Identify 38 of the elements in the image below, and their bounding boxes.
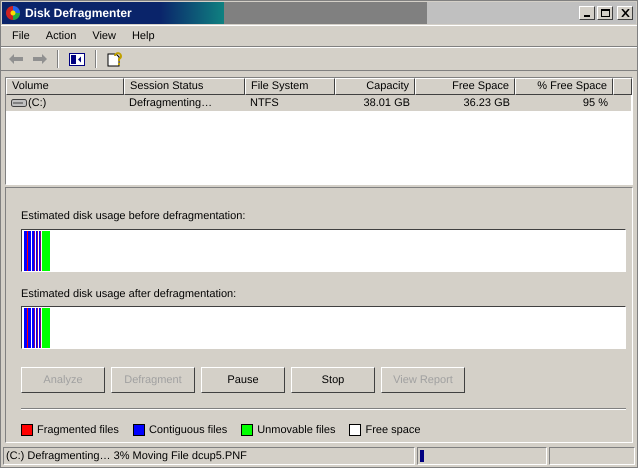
minimize-button[interactable] [579, 6, 595, 20]
panel-icon[interactable] [69, 52, 85, 66]
disk-map-drawing [24, 230, 50, 270]
menu-item[interactable]: File [9, 28, 33, 44]
close-icon [620, 9, 630, 17]
disk-map-drawing [24, 308, 50, 348]
table-row[interactable]: (C:) Defragmenting… NTFS 38.01 GB 36.23 GB 95 % [6, 95, 631, 111]
column-header[interactable]: Volume [6, 78, 124, 95]
table-cell-text: Defragmenting… [129, 96, 212, 111]
legend-label: Fragmented files [37, 423, 119, 438]
legend-label: Unmovable files [257, 423, 336, 438]
column-header[interactable]: Capacity [335, 78, 415, 95]
help-icon[interactable] [107, 51, 123, 67]
table-cell-text: 36.23 GB [464, 96, 510, 111]
table-cell-text: (C:) [28, 96, 46, 111]
status-text: (C:) Defragmenting… 3% Moving File dcup5.PNF [3, 447, 415, 465]
action-button[interactable]: Pause [201, 367, 285, 393]
legend-label: Contiguous files [148, 423, 228, 438]
column-header[interactable]: Free Space [415, 78, 515, 95]
table-cell-text: 38.01 GB [364, 96, 410, 111]
drive-icon [11, 99, 27, 107]
maximize-button[interactable] [597, 6, 613, 20]
legend-label: Free space [365, 423, 421, 438]
disk-map-label: Estimated disk usage after defragmentation: [21, 286, 238, 302]
action-button[interactable]: Stop [291, 367, 375, 393]
close-button[interactable] [617, 6, 633, 20]
table-cell-text: 95 % [582, 96, 608, 111]
disk-map-label: Estimated disk usage before defragmentation: [21, 209, 246, 224]
menu-item[interactable]: Help [128, 28, 158, 44]
window-title: Disk Defragmenter [25, 5, 132, 22]
column-header[interactable]: File System [245, 78, 335, 95]
menu-item[interactable]: View [89, 28, 119, 44]
table-cell-text: NTFS [250, 96, 279, 111]
column-header[interactable]: % Free Space [515, 78, 613, 95]
maximize-icon [600, 9, 610, 17]
menu-item[interactable]: Action [42, 28, 80, 44]
column-header[interactable]: Session Status [124, 78, 245, 95]
app-icon [5, 5, 21, 21]
